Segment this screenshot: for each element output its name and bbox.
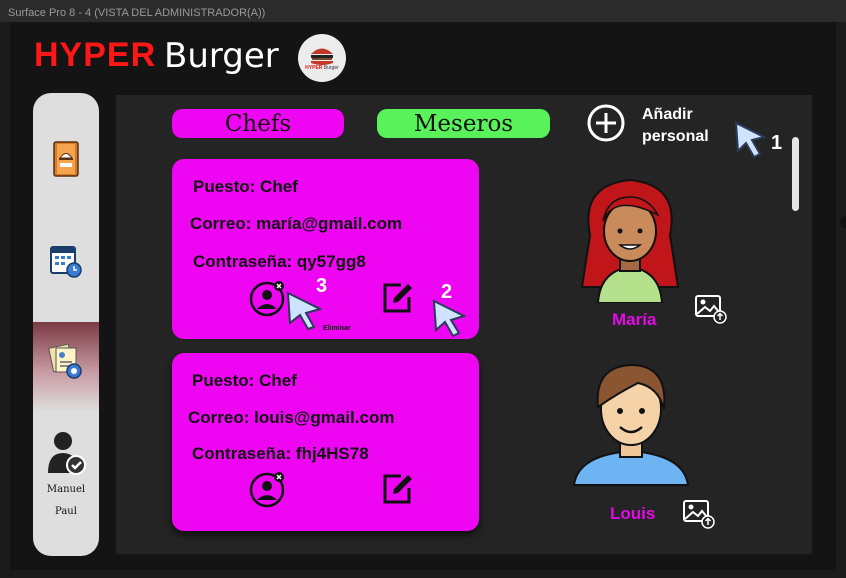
edge-handle [840, 216, 846, 228]
app-header: HYPER Burger HYPER Burger [10, 22, 836, 92]
staff-card: Puesto: Chef Correo: maría@gmail.com Con… [172, 159, 479, 339]
sidebar-item-schedule[interactable] [33, 239, 99, 283]
staff-puesto: Puesto: Chef [192, 371, 297, 390]
staff-contrasena: Contraseña: qy57gg8 [193, 252, 366, 271]
sidebar-item-menu[interactable] [33, 137, 99, 181]
window-title: Surface Pro 8 - 4 (VISTA DEL ADMINISTRAD… [8, 7, 266, 19]
user-check-icon [48, 432, 86, 475]
add-staff-label-line1: Añadir [642, 106, 693, 123]
tab-chefs[interactable]: Chefs [172, 109, 344, 138]
delete-tooltip: Eliminar [323, 325, 351, 332]
staff-contrasena: Contraseña: fhj4HS78 [192, 444, 369, 463]
staff-correo: Correo: louis@gmail.com [188, 408, 395, 427]
annotation-number-2: 2 [441, 281, 453, 303]
sidebar-item-user[interactable] [33, 427, 99, 479]
staff-documents-icon [48, 343, 82, 379]
brand-hyper: HYPER [34, 36, 157, 74]
menu-book-icon [53, 141, 79, 177]
logo-text: HYPER Burger [305, 65, 339, 71]
tab-meseros[interactable]: Meseros [377, 109, 550, 138]
burger-icon [311, 48, 333, 65]
staff-name-maria: María [612, 310, 657, 329]
staff-avatar-louis [572, 363, 690, 486]
add-staff-button[interactable]: Añadir personal [642, 104, 709, 148]
annotation-number-1: 1 [771, 132, 783, 154]
main-panel: Chefs Meseros Añadir personal 1 Puesto: … [116, 95, 812, 554]
delete-user-icon[interactable] [249, 279, 287, 317]
scrollbar-thumb[interactable] [792, 137, 799, 211]
window-titlebar: Surface Pro 8 - 4 (VISTA DEL ADMINISTRAD… [0, 0, 846, 22]
annotation-number-3: 3 [316, 275, 328, 297]
staff-puesto: Puesto: Chef [193, 177, 298, 196]
user-first-name: Manuel [46, 484, 86, 495]
edit-icon[interactable] [379, 470, 417, 508]
pointer-cursor-icon [432, 299, 467, 337]
calendar-clock-icon [50, 246, 82, 278]
staff-correo: Correo: maría@gmail.com [190, 214, 403, 233]
sidebar-item-staff[interactable] [33, 340, 99, 384]
staff-card: Puesto: Chef Correo: louis@gmail.com Con… [172, 353, 479, 531]
staff-avatar-maria [580, 178, 680, 303]
upload-photo-icon[interactable] [694, 294, 728, 326]
pointer-cursor-icon [734, 121, 767, 159]
delete-user-icon[interactable] [249, 470, 287, 508]
app-frame: HYPER Burger HYPER Burger Manuel Paul Ch… [10, 22, 836, 570]
edit-icon[interactable] [379, 279, 417, 317]
brand-burger: Burger [164, 36, 279, 76]
add-staff-icon[interactable] [586, 103, 626, 143]
upload-photo-icon[interactable] [682, 499, 716, 531]
staff-name-louis: Louis [610, 504, 656, 523]
brand-logo: HYPER Burger [298, 34, 346, 82]
sidebar: Manuel Paul [33, 93, 99, 556]
user-last-name: Paul [55, 506, 77, 517]
add-staff-label-line2: personal [642, 128, 709, 145]
